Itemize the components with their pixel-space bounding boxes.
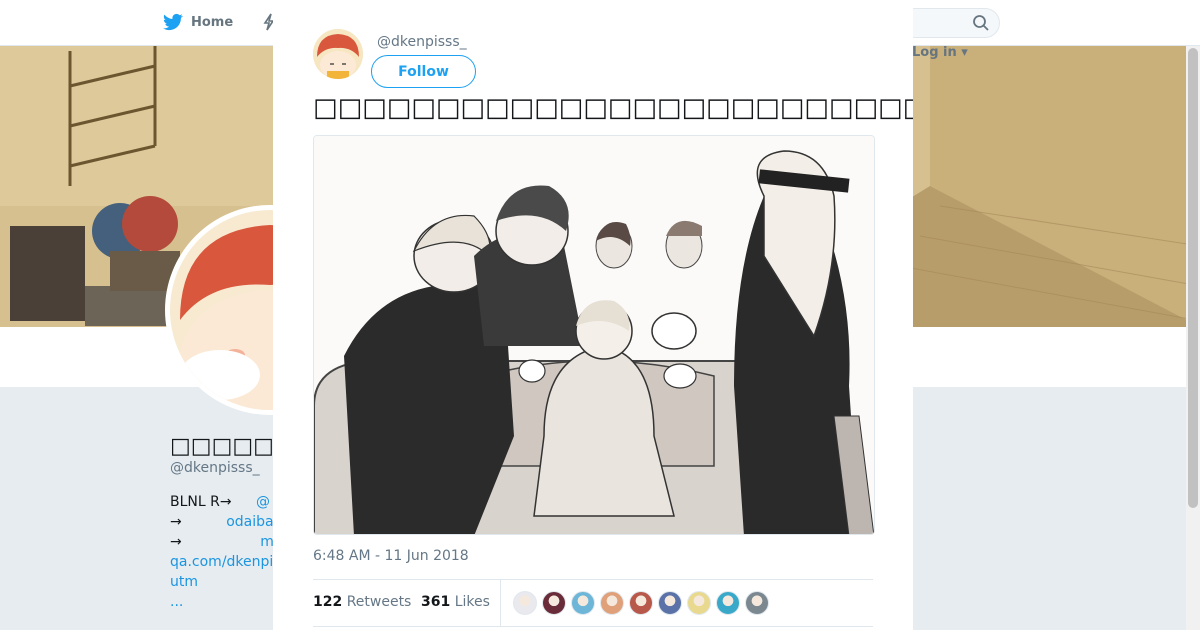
home-nav-link[interactable]: Home bbox=[163, 12, 233, 32]
home-nav-label: Home bbox=[191, 14, 234, 30]
bio-link[interactable]: m bbox=[260, 534, 274, 550]
retweets-label: Retweets bbox=[346, 594, 412, 610]
profile-bio: BLNL R→ @ → odaiba → m qa.com/dkenpi utm… bbox=[170, 492, 280, 612]
liker-avatar[interactable] bbox=[745, 591, 769, 615]
tweet-text: □□□□□□□□□□□□□□□□□□□□□□□□□□□□ bbox=[313, 93, 913, 123]
bio-text: BLNL R→ bbox=[170, 494, 232, 510]
search-icon[interactable] bbox=[972, 14, 990, 32]
liker-avatar[interactable] bbox=[600, 591, 624, 615]
retweets-count: 122 bbox=[313, 594, 343, 610]
profile-name: □□□□□ bbox=[170, 434, 274, 459]
close-icon[interactable] bbox=[1154, 12, 1178, 36]
retweets-stat[interactable]: 122 Retweets bbox=[313, 594, 411, 610]
liker-avatar[interactable] bbox=[687, 591, 711, 615]
login-button[interactable]: Log in ▾ bbox=[912, 45, 968, 60]
liker-avatar[interactable] bbox=[629, 591, 653, 615]
bio-text: → bbox=[170, 514, 182, 530]
scrollbar-thumb[interactable] bbox=[1188, 48, 1198, 508]
liker-avatar[interactable] bbox=[542, 591, 566, 615]
bio-link[interactable]: utm bbox=[170, 574, 198, 590]
bio-link[interactable]: qa.com/dkenpi bbox=[170, 554, 273, 570]
liker-avatar[interactable] bbox=[571, 591, 595, 615]
stats-divider bbox=[500, 580, 501, 627]
likes-stat[interactable]: 361 Likes bbox=[421, 594, 490, 610]
bio-link[interactable]: ... bbox=[170, 594, 183, 610]
tweet-permalink-modal: @dkenpisss_ Follow □□□□□□□□□□□□□□□□□□□□□… bbox=[273, 0, 913, 630]
likers-avatar-list bbox=[513, 591, 769, 615]
bio-link[interactable]: odaiba bbox=[226, 514, 273, 530]
liker-avatar[interactable] bbox=[658, 591, 682, 615]
profile-handle: @dkenpisss_ bbox=[170, 460, 260, 476]
likes-label: Likes bbox=[454, 594, 490, 610]
follow-button[interactable]: Follow bbox=[371, 55, 476, 88]
likes-count: 361 bbox=[421, 594, 451, 610]
tweet-stats: 122 Retweets 361 Likes bbox=[313, 579, 873, 627]
bio-link[interactable]: @ bbox=[256, 494, 270, 510]
tweet-timestamp[interactable]: 6:48 AM - 11 Jun 2018 bbox=[313, 548, 469, 564]
tweet-author-avatar[interactable] bbox=[313, 29, 363, 79]
bio-text: → bbox=[170, 534, 182, 550]
tweet-media-image[interactable] bbox=[313, 135, 875, 535]
liker-avatar[interactable] bbox=[513, 591, 537, 615]
tweet-author-handle[interactable]: @dkenpisss_ bbox=[377, 34, 467, 50]
liker-avatar[interactable] bbox=[716, 591, 740, 615]
twitter-bird-icon bbox=[163, 13, 183, 31]
